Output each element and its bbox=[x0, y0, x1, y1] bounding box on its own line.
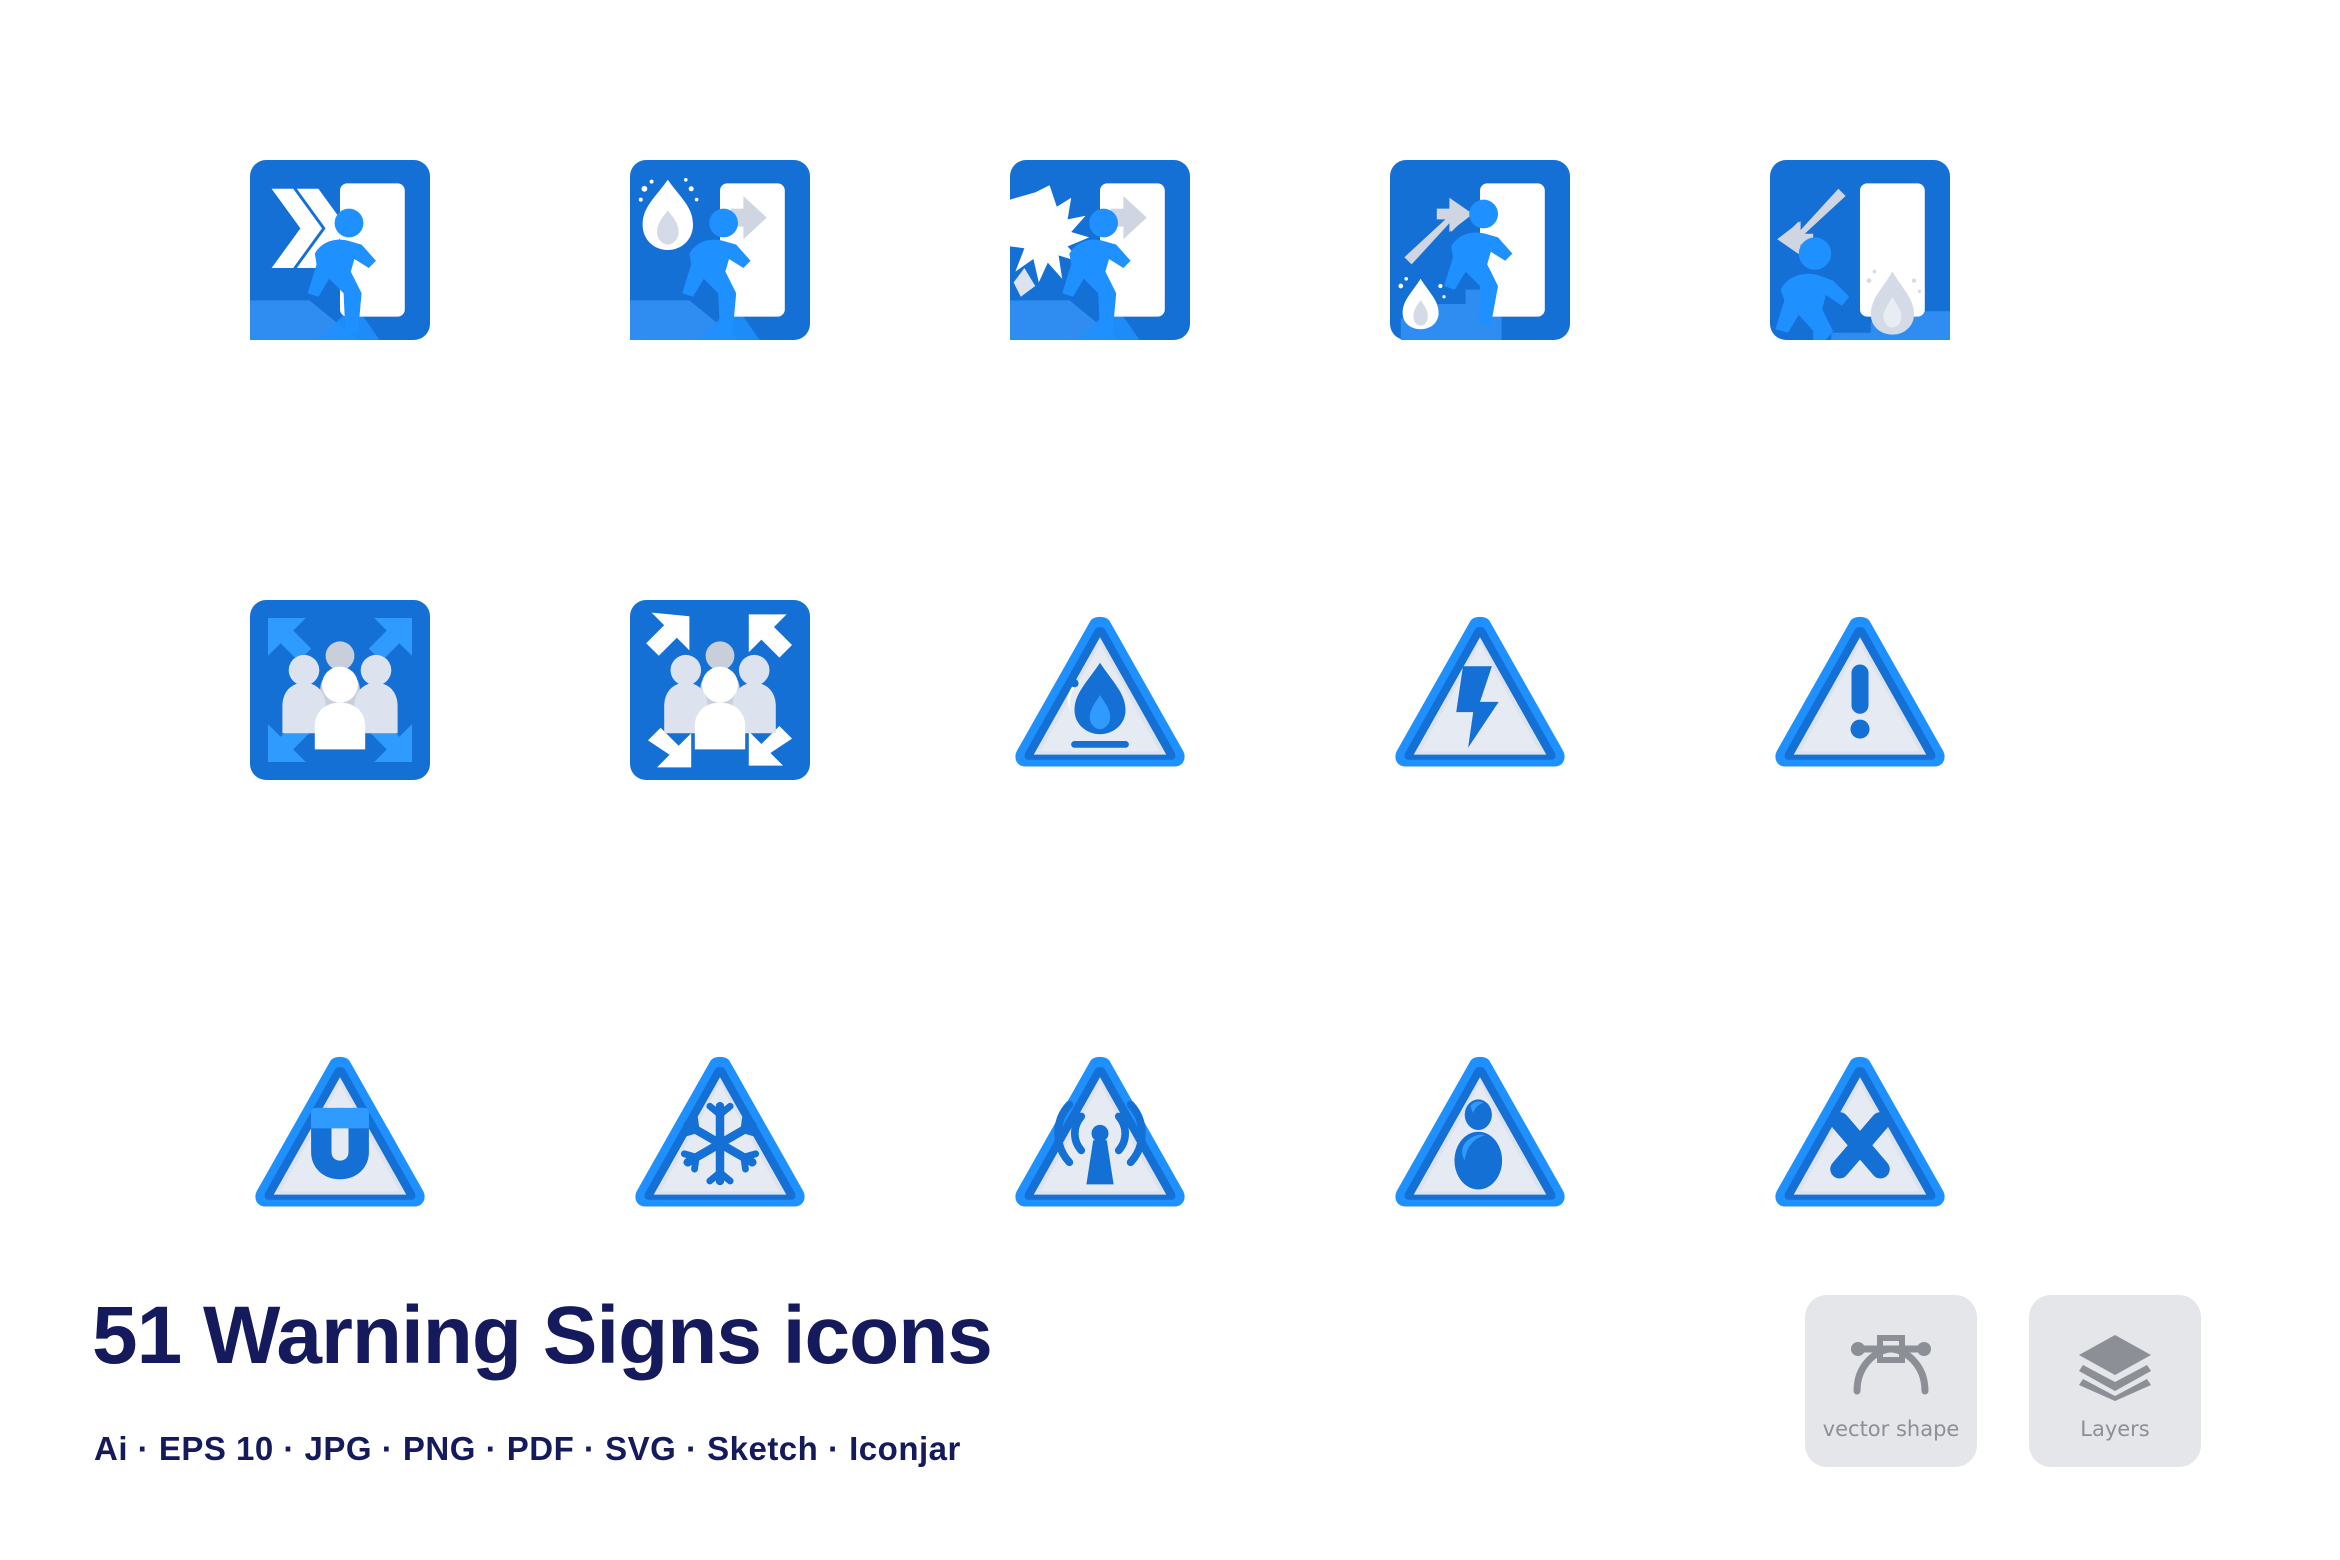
icon-fire-exit-right[interactable] bbox=[530, 30, 910, 470]
icon-assembly-point-in[interactable] bbox=[530, 470, 910, 910]
icon-exit-chevrons[interactable] bbox=[150, 30, 530, 470]
file-formats-list: Ai · EPS 10 · JPG · PNG · PDF · SVG · Sk… bbox=[94, 1430, 961, 1467]
icon-explosion-exit-right[interactable] bbox=[910, 30, 1290, 470]
icon-fire-exit-stairs-up[interactable] bbox=[1290, 30, 1670, 470]
badge-layers-label: Layers bbox=[2080, 1417, 2150, 1441]
icon-assembly-point-out[interactable] bbox=[150, 470, 530, 910]
page-title: 51 Warning Signs icons bbox=[92, 1290, 993, 1381]
badge-vector-shape: vector shape bbox=[1805, 1295, 1977, 1467]
layers-icon bbox=[2069, 1327, 2161, 1405]
badge-layers: Layers bbox=[2029, 1295, 2201, 1467]
icon-warning-electricity[interactable] bbox=[1290, 470, 1670, 910]
icon-warning-flammable[interactable] bbox=[910, 470, 1290, 910]
icon-grid bbox=[150, 30, 2050, 1350]
icon-fire-exit-stairs-down[interactable] bbox=[1670, 30, 2050, 470]
feature-badges: vector shape Layers bbox=[1805, 1295, 2201, 1467]
icon-set-sheet: 51 Warning Signs icons Ai · EPS 10 · JPG… bbox=[0, 0, 2340, 1560]
icon-warning-general[interactable] bbox=[1670, 470, 2050, 910]
pen-node-icon bbox=[1845, 1327, 1937, 1405]
badge-vector-shape-label: vector shape bbox=[1822, 1417, 1960, 1441]
